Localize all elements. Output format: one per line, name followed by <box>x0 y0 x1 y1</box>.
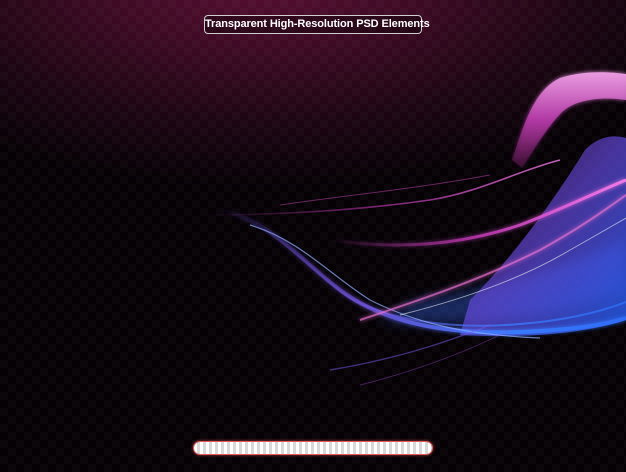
wave-wisp-lower-2 <box>359 329 511 386</box>
wave-strand-magenta-1 <box>199 159 561 216</box>
watermark-badge: Transparent High-Resolution PSD Elements <box>204 15 430 34</box>
wave-wisp-upper <box>279 174 491 206</box>
image-canvas: Transparent High-Resolution PSD Elements <box>0 0 626 472</box>
abstract-wave-art <box>199 72 626 386</box>
transparency-checker-bar <box>194 442 432 454</box>
